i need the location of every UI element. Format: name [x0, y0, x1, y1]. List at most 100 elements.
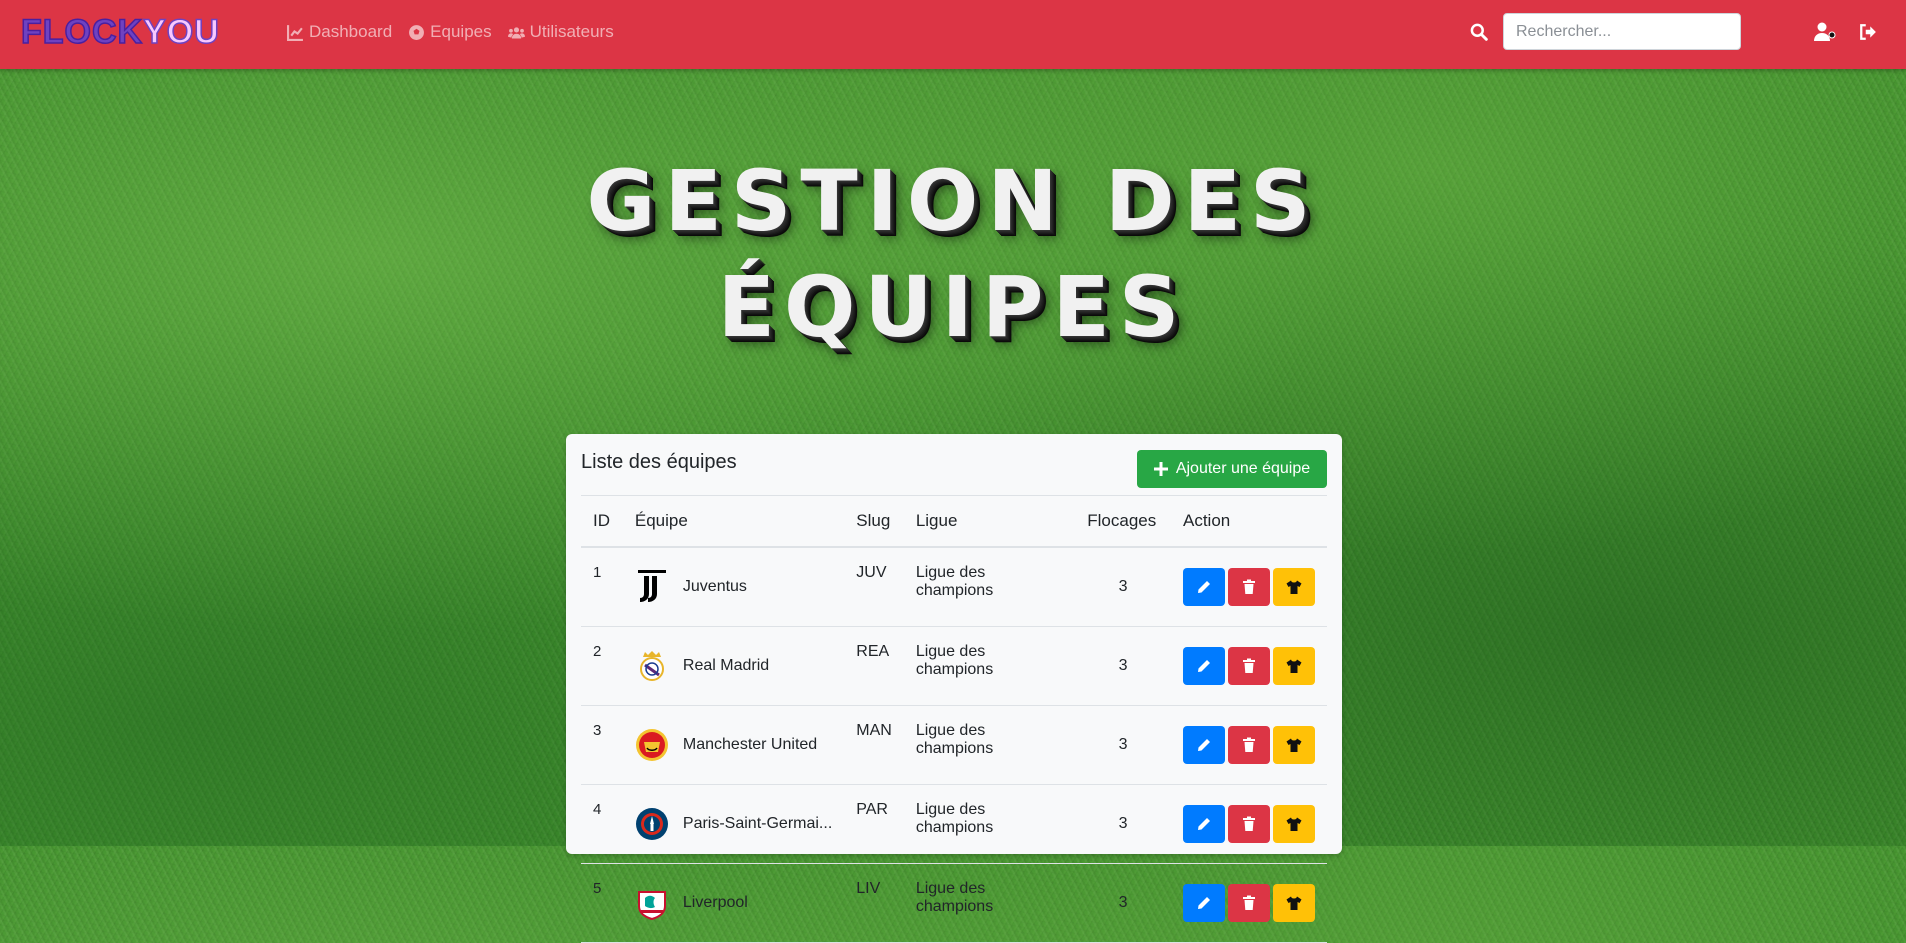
jersey-button[interactable] [1273, 568, 1315, 606]
cell-id: 4 [581, 784, 623, 864]
juventus-logo [637, 570, 666, 602]
cell-league: Ligue des champions [903, 705, 1076, 785]
column-header-team: Équipe [622, 495, 845, 548]
cell-slug: MAN [844, 705, 904, 785]
cell-flocages: 3 [1075, 705, 1171, 785]
cell-flocages: 3 [1075, 626, 1171, 706]
delete-button[interactable] [1228, 726, 1270, 764]
cell-flocages: 3 [1075, 863, 1171, 943]
jersey-button[interactable] [1273, 884, 1315, 922]
add-team-button[interactable]: Ajouter une équipe [1137, 450, 1327, 488]
team-name: Real Madrid [682, 657, 770, 674]
football-icon [409, 24, 425, 40]
nav-link-dashboard[interactable]: Dashboard [287, 22, 392, 42]
page-title: GESTION DES ÉQUIPES [553, 148, 1353, 360]
cell-slug: LIV [844, 863, 904, 943]
edit-button[interactable] [1183, 726, 1225, 764]
column-header-flocages: Flocages [1075, 495, 1171, 548]
jersey-button[interactable] [1273, 805, 1315, 843]
table-row: 4 Paris-Saint-Germai... PAR Ligue des ch… [581, 784, 1327, 864]
cell-actions [1171, 547, 1327, 627]
table-row: 1 Juventus JUV Ligue des champions 3 [581, 547, 1327, 627]
team-name: Manchester United [682, 736, 818, 753]
team-name: Juventus [682, 578, 747, 595]
card-title: Liste des équipes [581, 451, 737, 473]
cell-team: Paris-Saint-Germai... [622, 784, 845, 864]
edit-button[interactable] [1183, 568, 1225, 606]
cell-id: 2 [581, 626, 623, 706]
nav-link-utilisateurs[interactable]: Utilisateurs [507, 22, 614, 42]
teams-card: Liste des équipes Ajouter une équipe ID … [566, 434, 1342, 943]
pencil-icon [1198, 739, 1210, 751]
column-header-slug: Slug [844, 495, 904, 548]
cell-team: Manchester United [622, 705, 845, 785]
shirt-icon [1286, 738, 1302, 752]
edit-button[interactable] [1183, 805, 1225, 843]
shirt-icon [1286, 817, 1302, 831]
cell-slug: PAR [844, 784, 904, 864]
edit-button[interactable] [1183, 647, 1225, 685]
delete-button[interactable] [1228, 884, 1270, 922]
jersey-button[interactable] [1273, 726, 1315, 764]
real-madrid-logo [639, 651, 664, 681]
column-header-action: Action [1171, 495, 1327, 548]
trash-icon [1243, 737, 1255, 752]
search-input[interactable] [1503, 13, 1741, 50]
shirt-icon [1286, 896, 1302, 910]
edit-button[interactable] [1183, 884, 1225, 922]
users-icon [507, 26, 525, 38]
psg-logo [635, 808, 668, 840]
nav-link-equipes[interactable]: Equipes [408, 22, 492, 42]
delete-button[interactable] [1228, 568, 1270, 606]
logout-icon[interactable] [1859, 23, 1877, 41]
table-row: 2 Real Madrid REA Ligue des champions 3 [581, 626, 1327, 706]
page-title-line1: GESTION DES [586, 152, 1320, 250]
search-icon[interactable] [1470, 23, 1488, 41]
table-header-row: ID Équipe Slug Ligue Flocages Action [581, 495, 1327, 548]
nav-links: Dashboard Equipes Utilisateurs [287, 22, 614, 42]
table-row: 5 Liverpool LIV Ligue des champions 3 [581, 863, 1327, 943]
cell-actions [1171, 863, 1327, 943]
cell-slug: JUV [844, 547, 904, 627]
cell-flocages: 3 [1075, 547, 1171, 627]
team-name: Liverpool [682, 894, 748, 911]
nav-link-dashboard-label: Dashboard [309, 22, 393, 41]
pencil-icon [1198, 897, 1210, 909]
user-settings-icon[interactable] [1813, 21, 1837, 43]
cell-actions [1171, 784, 1327, 864]
navbar: FLOCKYOU Dashboard Equipes Utilisateurs [0, 0, 1906, 69]
cell-league: Ligue des champions [903, 626, 1076, 706]
cell-team: Liverpool [622, 863, 845, 943]
nav-link-utilisateurs-label: Utilisateurs [529, 22, 614, 41]
cell-id: 3 [581, 705, 623, 785]
cell-actions [1171, 626, 1327, 706]
cell-slug: REA [844, 626, 904, 706]
shirt-icon [1286, 659, 1302, 673]
cell-team: Juventus [622, 547, 845, 627]
cell-id: 5 [581, 863, 623, 943]
team-name: Paris-Saint-Germai... [682, 815, 833, 832]
shirt-icon [1286, 580, 1302, 594]
manchester-united-logo [635, 729, 668, 761]
trash-icon [1243, 816, 1255, 831]
chart-line-icon [287, 24, 303, 41]
cell-league: Ligue des champions [903, 784, 1076, 864]
page-title-line2: ÉQUIPES [717, 258, 1189, 356]
liverpool-logo [637, 891, 666, 920]
cell-league: Ligue des champions [903, 863, 1076, 943]
brand-part1: FLOCK [20, 12, 144, 52]
cell-flocages: 3 [1075, 784, 1171, 864]
brand-part2: YOU [142, 12, 220, 52]
delete-button[interactable] [1228, 647, 1270, 685]
brand-logo[interactable]: FLOCKYOU [20, 12, 220, 52]
delete-button[interactable] [1228, 805, 1270, 843]
pencil-icon [1198, 660, 1210, 672]
trash-icon [1243, 579, 1255, 594]
column-header-league: Ligue [903, 495, 1076, 548]
cell-league: Ligue des champions [903, 547, 1076, 627]
nav-link-equipes-label: Equipes [430, 22, 492, 41]
jersey-button[interactable] [1273, 647, 1315, 685]
plus-icon [1153, 462, 1168, 476]
cell-actions [1171, 705, 1327, 785]
pencil-icon [1198, 818, 1210, 830]
